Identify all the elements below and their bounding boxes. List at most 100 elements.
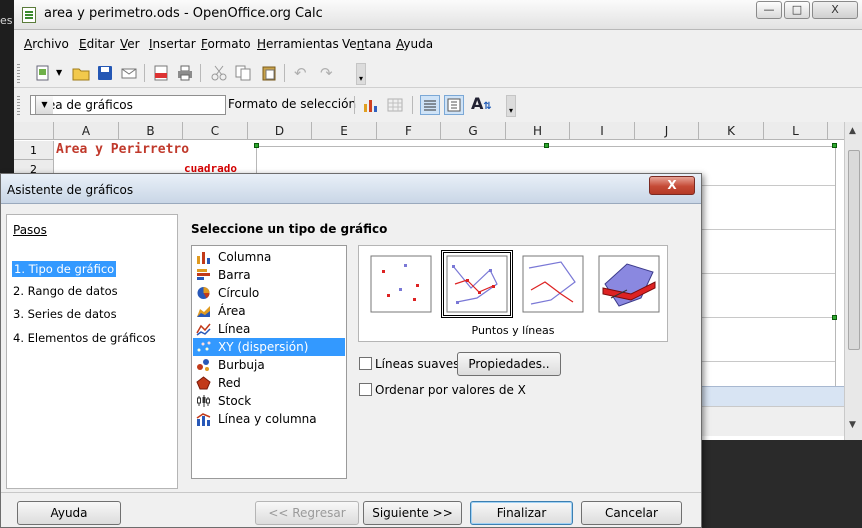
finish-button[interactable]: Finalizar (470, 501, 573, 525)
next-button[interactable]: Siguiente >> (363, 501, 462, 525)
undo-icon[interactable]: ↶ (294, 64, 307, 82)
menu-ventana[interactable]: Ventana (342, 37, 391, 51)
xy-scatter-icon (197, 341, 211, 352)
net-chart-icon (196, 376, 211, 390)
chart-wizard-dialog: Asistente de gráficos X Pasos 1. Tipo de… (0, 173, 702, 528)
dialog-close-button[interactable]: X (649, 176, 695, 195)
cell-a1[interactable]: Area y Perirretro (56, 142, 189, 157)
redo-icon[interactable]: ↷ (320, 64, 333, 82)
chart-type-icon[interactable] (362, 96, 380, 114)
menu-ayuda[interactable]: Ayuda (396, 37, 433, 51)
row-header[interactable]: 1 (14, 141, 54, 160)
step-chart-type[interactable]: 1. Tipo de gráfico (12, 261, 117, 277)
chart-resize-handle[interactable] (544, 143, 549, 148)
column-header[interactable]: L (764, 122, 828, 140)
format-selection-button[interactable]: Formato de selección (228, 97, 356, 111)
column-header[interactable]: G (441, 122, 506, 140)
cancel-button[interactable]: Cancelar (581, 501, 682, 525)
column-header[interactable]: H (506, 122, 570, 140)
column-header[interactable]: F (377, 122, 441, 140)
column-headers: A B C D E F G H I J K L (14, 122, 844, 140)
close-button[interactable]: X (812, 1, 858, 19)
chart-type-bubble[interactable]: Burbuja (193, 356, 345, 374)
chart-resize-handle[interactable] (832, 143, 837, 148)
column-header[interactable]: A (54, 122, 119, 140)
chart-type-column[interactable]: Columna (193, 248, 345, 266)
email-document-icon[interactable] (120, 64, 138, 82)
column-header[interactable]: D (248, 122, 312, 140)
menu-herramientas[interactable]: Herramientas (257, 37, 339, 51)
horizontal-grids-icon[interactable] (420, 95, 440, 115)
scroll-down-icon[interactable]: ▼ (849, 420, 856, 430)
chart-element-select[interactable]: Área de gráficos ▼ (30, 95, 226, 115)
chart-type-pie[interactable]: Círculo (193, 284, 345, 302)
column-header[interactable]: J (635, 122, 699, 140)
back-button[interactable]: << Regresar (255, 501, 359, 525)
copy-icon[interactable] (234, 64, 252, 82)
step-data-series[interactable]: 3. Series de datos (13, 307, 117, 321)
chart-toolbar: Área de gráficos ▼ Formato de selección … (14, 89, 862, 120)
chart-type-xy-scatter[interactable]: XY (dispersión) (193, 338, 345, 356)
standard-toolbar: ▼ ↶ ↷ ▾ (14, 57, 862, 88)
save-icon[interactable] (96, 64, 114, 82)
cut-icon[interactable] (210, 64, 228, 82)
menu-ver[interactable]: Ver (120, 37, 140, 51)
chevron-down-icon[interactable]: ▼ (35, 96, 53, 114)
dialog-footer-divider (1, 492, 701, 493)
line-chart-icon (196, 323, 211, 336)
menu-formato[interactable]: Formato (201, 37, 251, 51)
column-header[interactable]: C (183, 122, 248, 140)
sort-by-x-checkbox-box[interactable] (359, 383, 372, 396)
scale-text-icon[interactable]: A⇅ (471, 94, 492, 113)
step-data-range[interactable]: 2. Rango de datos (13, 284, 118, 298)
chart-resize-handle[interactable] (254, 143, 259, 148)
new-document-icon[interactable] (34, 64, 52, 82)
scrollbar-thumb[interactable] (848, 150, 860, 350)
chart-variant-panel: Puntos y líneas (358, 245, 668, 342)
menu-insertar[interactable]: Insertar (149, 37, 196, 51)
new-dropdown-icon[interactable]: ▼ (56, 68, 62, 77)
chart-type-bar[interactable]: Barra (193, 266, 345, 284)
chart-type-line[interactable]: Línea (193, 320, 345, 338)
toolbar-grip[interactable] (17, 63, 20, 83)
toolbar-overflow-icon[interactable]: ▾ (356, 63, 366, 85)
variant-lines-only[interactable] (521, 254, 585, 314)
chart-type-line-and-column[interactable]: Línea y columna (193, 410, 345, 428)
corner-cell[interactable] (14, 122, 54, 140)
smooth-lines-checkbox[interactable]: Líneas suaves (359, 357, 459, 371)
vertical-scrollbar[interactable]: ▲ ▼ (844, 122, 862, 440)
menu-archivo[interactable]: Archivo (24, 37, 69, 51)
properties-button[interactable]: Propiedades.. (457, 352, 561, 376)
toolbar-overflow-icon[interactable]: ▾ (506, 95, 516, 117)
export-pdf-icon[interactable] (152, 64, 170, 82)
chart-type-net[interactable]: Red (193, 374, 345, 392)
help-button[interactable]: Ayuda (17, 501, 121, 525)
open-folder-icon[interactable] (72, 64, 90, 82)
chart-type-area[interactable]: Área (193, 302, 345, 320)
sort-by-x-label: Ordenar por valores de X (375, 383, 526, 397)
toolbar-grip[interactable] (17, 95, 20, 115)
data-table-icon[interactable] (386, 96, 404, 114)
variant-3d-lines[interactable] (597, 254, 661, 314)
variant-points-only[interactable] (369, 254, 433, 314)
toolbar-separator (284, 64, 285, 82)
menu-editar[interactable]: Editar (79, 37, 115, 51)
column-header[interactable]: I (570, 122, 635, 140)
minimize-button[interactable]: — (756, 1, 782, 19)
step-chart-elements[interactable]: 4. Elementos de gráficos (13, 331, 156, 345)
smooth-lines-checkbox-box[interactable] (359, 357, 372, 370)
maximize-button[interactable]: □ (784, 1, 810, 19)
chart-resize-handle[interactable] (832, 315, 837, 320)
column-header[interactable]: B (119, 122, 183, 140)
sort-by-x-checkbox[interactable]: Ordenar por valores de X (359, 383, 526, 397)
column-header[interactable]: E (312, 122, 377, 140)
background-window-text: es (0, 14, 13, 27)
paste-icon[interactable] (260, 64, 278, 82)
scroll-up-icon[interactable]: ▲ (849, 126, 856, 136)
chart-type-stock[interactable]: Stock (193, 392, 345, 410)
calc-app-icon (22, 7, 36, 23)
column-header[interactable]: K (699, 122, 764, 140)
legend-icon[interactable] (444, 95, 464, 115)
print-icon[interactable] (176, 64, 194, 82)
variant-points-and-lines[interactable] (441, 250, 513, 318)
